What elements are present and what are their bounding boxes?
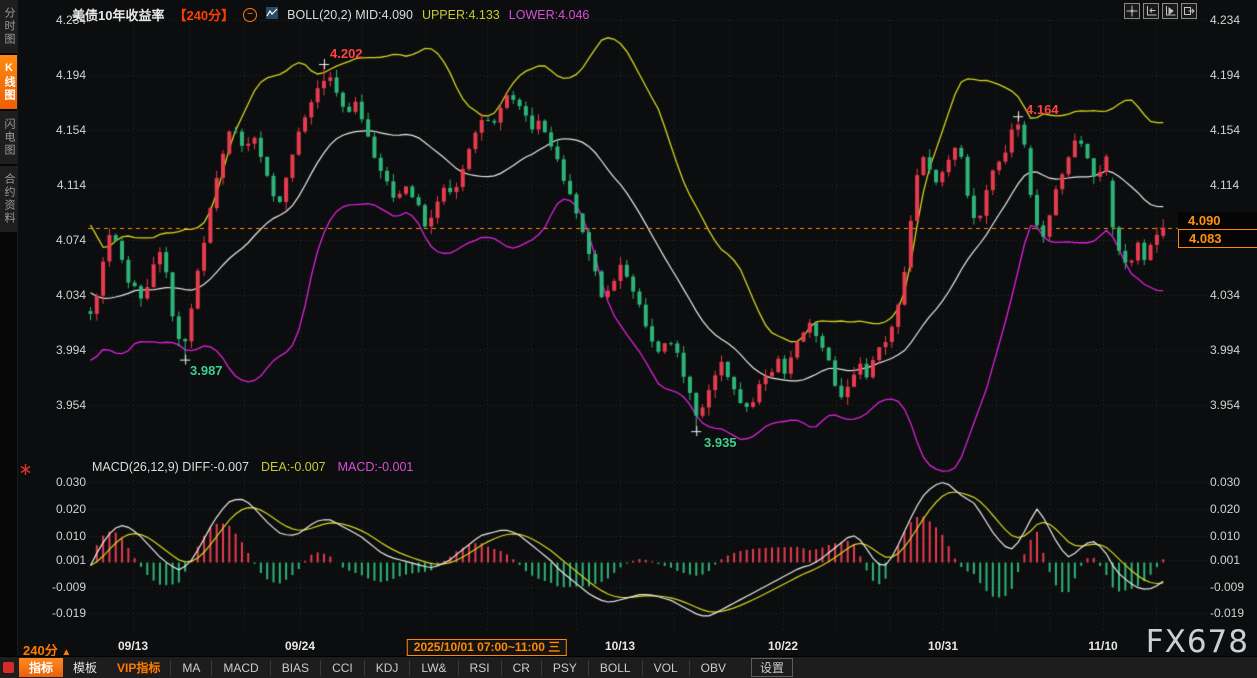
boll-mid-label: BOLL(20,2) MID:4.090	[287, 8, 413, 22]
macd-axis-right-1: 0.020	[1210, 502, 1257, 516]
crosshair-icon[interactable]	[1124, 3, 1140, 19]
sidebar-item-3[interactable]: 合约资料	[0, 166, 17, 232]
macd-diff-label: MACD(26,12,9) DIFF:-0.007	[92, 460, 249, 474]
indicator-button-kdj[interactable]: KDJ	[364, 660, 410, 676]
price-axis-right-7: 3.954	[1210, 398, 1257, 412]
sidebar-item-1[interactable]: K线图	[0, 55, 17, 109]
indicator-button-vol[interactable]: VOL	[642, 660, 689, 676]
indicator-button-ma[interactable]: MA	[170, 660, 211, 676]
price-axis-right-5: 4.034	[1210, 288, 1257, 302]
price-axis-left-7: 3.954	[24, 398, 86, 412]
interval-label: 【240分】	[173, 5, 234, 24]
date-label-6: 11/10	[1088, 639, 1117, 653]
macd-axis-right-4: -0.009	[1210, 580, 1257, 594]
price-axis-right-6: 3.994	[1210, 343, 1257, 357]
macd-axis-left-1: 0.020	[24, 502, 86, 516]
last-price-tag: 4.083	[1178, 229, 1257, 248]
macd-axis-left-5: -0.019	[24, 606, 86, 620]
date-label-0: 09/13	[118, 639, 148, 653]
hot-indicator-icon	[3, 662, 14, 673]
date-label-5: 10/31	[928, 639, 958, 653]
indicator-button-cci[interactable]: CCI	[320, 660, 364, 676]
price-axis-left-2: 4.154	[24, 123, 86, 137]
settings-button[interactable]: 设置	[751, 658, 793, 677]
price-axis-left-1: 4.194	[24, 68, 86, 82]
macd-axis-right-3: 0.001	[1210, 553, 1257, 567]
toolbar-tab-2[interactable]: VIP指标	[107, 658, 170, 677]
low-annotation: 3.987	[190, 363, 223, 378]
chart-tools	[1124, 3, 1197, 19]
macd-header: MACD(26,12,9) DIFF:-0.007 DEA:-0.007 MAC…	[92, 460, 413, 474]
price-axis-left-5: 4.034	[24, 288, 86, 302]
chart-header: 美债10年收益率 【240分】 − BOLL(20,2) MID:4.090 U…	[72, 5, 589, 24]
macd-value-label: MACD:-0.001	[338, 460, 414, 474]
indicator-button-obv[interactable]: OBV	[689, 660, 737, 676]
app-window: 美债10年收益率 【240分】 − BOLL(20,2) MID:4.090 U…	[0, 0, 1257, 677]
price-axis-left-3: 4.114	[24, 178, 86, 192]
instrument-title: 美债10年收益率	[72, 5, 164, 24]
kline-thumbnail-icon	[266, 7, 278, 22]
indicator-button-cr[interactable]: CR	[501, 660, 541, 676]
scale-play-icon[interactable]	[1162, 3, 1178, 19]
price-axis-right-0: 4.234	[1210, 13, 1257, 27]
boll-mid-price-tag: 4.090	[1178, 212, 1257, 229]
macd-axis-left-2: 0.010	[24, 529, 86, 543]
low-annotation: 3.935	[704, 435, 737, 450]
indicator-button-lw[interactable]: LW&	[409, 660, 457, 676]
macd-axis-left-0: 0.030	[24, 475, 86, 489]
date-label-1: 09/24	[285, 639, 315, 653]
macd-dea-label: DEA:-0.007	[261, 460, 326, 474]
watermark: FX678	[1146, 624, 1249, 660]
high-annotation: 4.202	[330, 46, 363, 61]
collapse-icon[interactable]: −	[243, 8, 257, 22]
price-axis-left-4: 4.074	[24, 233, 86, 247]
date-label-3: 10/13	[605, 639, 635, 653]
boll-lower-label: LOWER:4.046	[509, 8, 590, 22]
indicator-button-macd[interactable]: MACD	[211, 660, 269, 676]
boll-upper-label: UPPER:4.133	[422, 8, 500, 22]
price-axis-right-1: 4.194	[1210, 68, 1257, 82]
sidebar: 分时图 K线图闪电图合约资料	[0, 0, 18, 677]
toolbar-tab-0[interactable]: 指标	[19, 658, 63, 677]
scale-left-icon[interactable]	[1143, 3, 1159, 19]
pan-right-icon[interactable]	[1181, 3, 1197, 19]
price-axis-left-6: 3.994	[24, 343, 86, 357]
macd-axis-left-3: 0.001	[24, 553, 86, 567]
indicator-button-bias[interactable]: BIAS	[270, 660, 320, 676]
chart-canvas[interactable]	[0, 0, 1257, 656]
sidebar-item-2[interactable]: 闪电图	[0, 111, 17, 164]
macd-axis-right-2: 0.010	[1210, 529, 1257, 543]
toolbar-tab-1[interactable]: 模板	[63, 658, 107, 677]
sidebar-item-0[interactable]: 分时图	[0, 0, 17, 53]
macd-axis-right-5: -0.019	[1210, 606, 1257, 620]
price-axis-right-2: 4.154	[1210, 123, 1257, 137]
indicator-toolbar: 指标模板VIP指标MAMACDBIASCCIKDJLW&RSICRPSYBOLL…	[0, 656, 1257, 678]
indicator-flag-icon[interactable]	[20, 462, 31, 480]
indicator-button-psy[interactable]: PSY	[541, 660, 588, 676]
macd-axis-right-0: 0.030	[1210, 475, 1257, 489]
price-axis-right-3: 4.114	[1210, 178, 1257, 192]
macd-axis-left-4: -0.009	[24, 580, 86, 594]
date-label-4: 10/22	[768, 639, 798, 653]
high-annotation: 4.164	[1026, 102, 1059, 117]
indicator-button-boll[interactable]: BOLL	[588, 660, 642, 676]
indicator-button-rsi[interactable]: RSI	[458, 660, 501, 676]
selected-date-label: 2025/10/01 07:00~11:00 三	[407, 639, 567, 656]
